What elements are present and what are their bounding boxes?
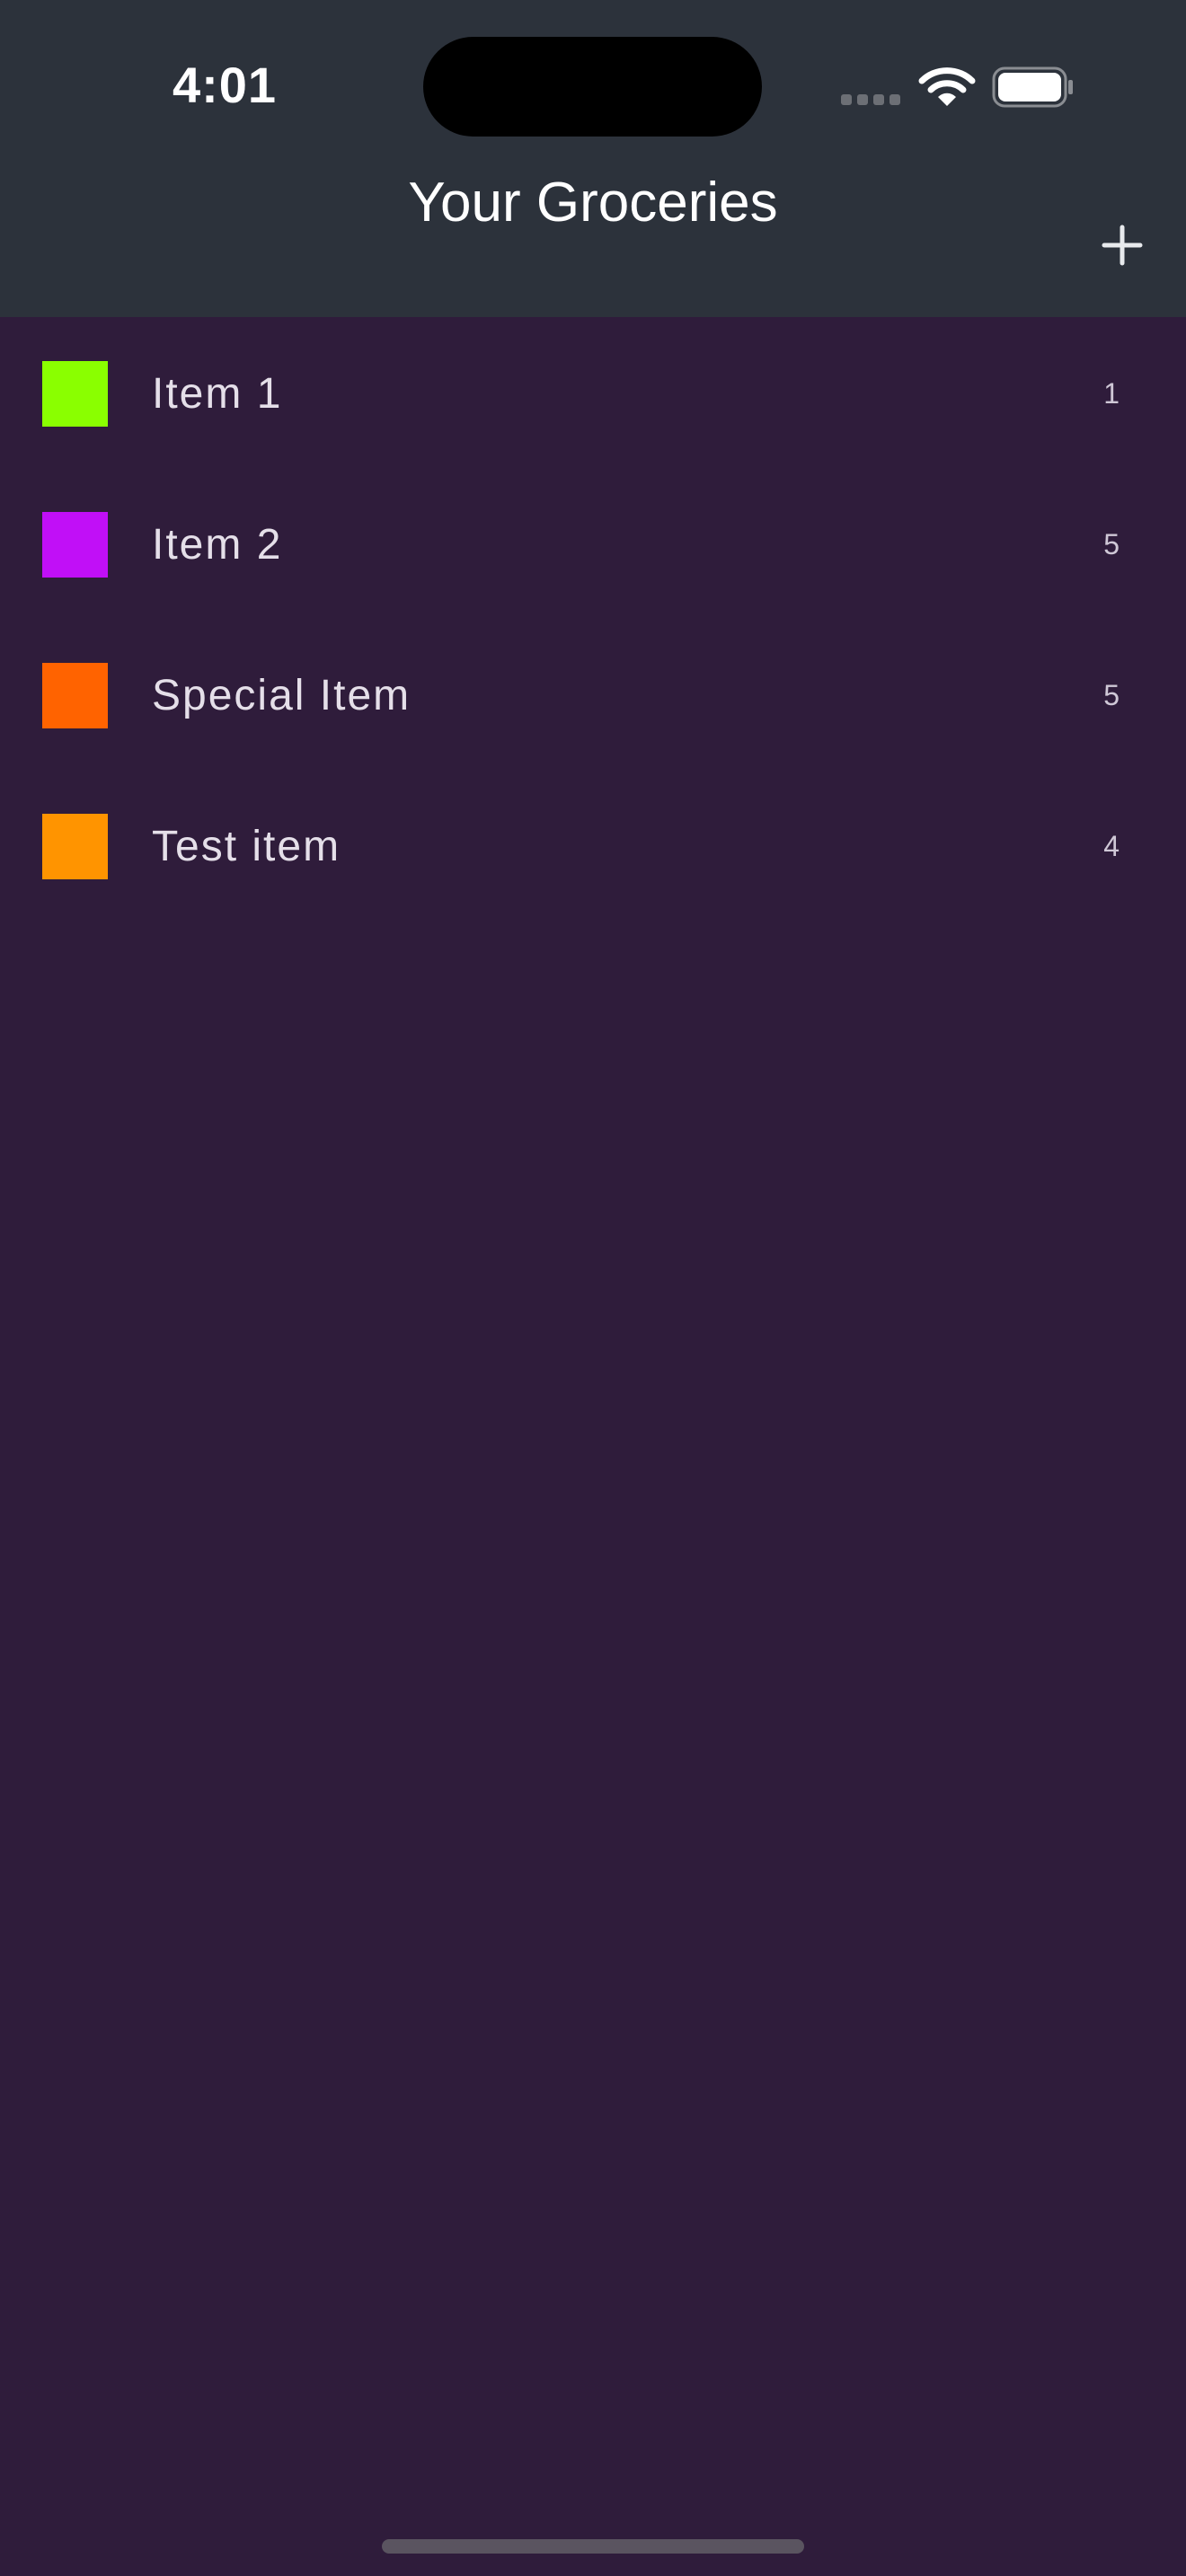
list-item[interactable]: Special Item 5 (0, 619, 1186, 770)
item-quantity: 5 (1103, 679, 1120, 711)
item-quantity: 5 (1103, 528, 1120, 560)
home-indicator[interactable] (382, 2539, 804, 2554)
add-item-button[interactable] (1091, 214, 1154, 277)
grocery-list: Item 1 1 Item 2 5 Special Item 5 Test it… (0, 317, 1186, 921)
battery-icon (992, 66, 1075, 108)
category-color-swatch (42, 814, 108, 879)
status-time: 4:01 (172, 57, 278, 113)
item-name: Special Item (152, 672, 412, 719)
page-title: Your Groceries (408, 172, 778, 234)
dynamic-island (423, 37, 762, 137)
list-item[interactable]: Item 1 1 (0, 317, 1186, 468)
item-name: Item 2 (152, 521, 283, 569)
category-color-swatch (42, 361, 108, 427)
category-color-swatch (42, 512, 108, 578)
list-item[interactable]: Item 2 5 (0, 468, 1186, 619)
plus-icon (1102, 225, 1143, 266)
app-bar: 4:01 Your Groceries (0, 0, 1186, 317)
item-quantity: 1 (1103, 377, 1120, 410)
item-quantity: 4 (1103, 830, 1120, 862)
item-name: Item 1 (152, 370, 283, 418)
cellular-signal-icon (841, 94, 902, 107)
item-name: Test item (152, 823, 341, 870)
wifi-icon (918, 65, 976, 110)
category-color-swatch (42, 663, 108, 728)
list-item[interactable]: Test item 4 (0, 770, 1186, 921)
